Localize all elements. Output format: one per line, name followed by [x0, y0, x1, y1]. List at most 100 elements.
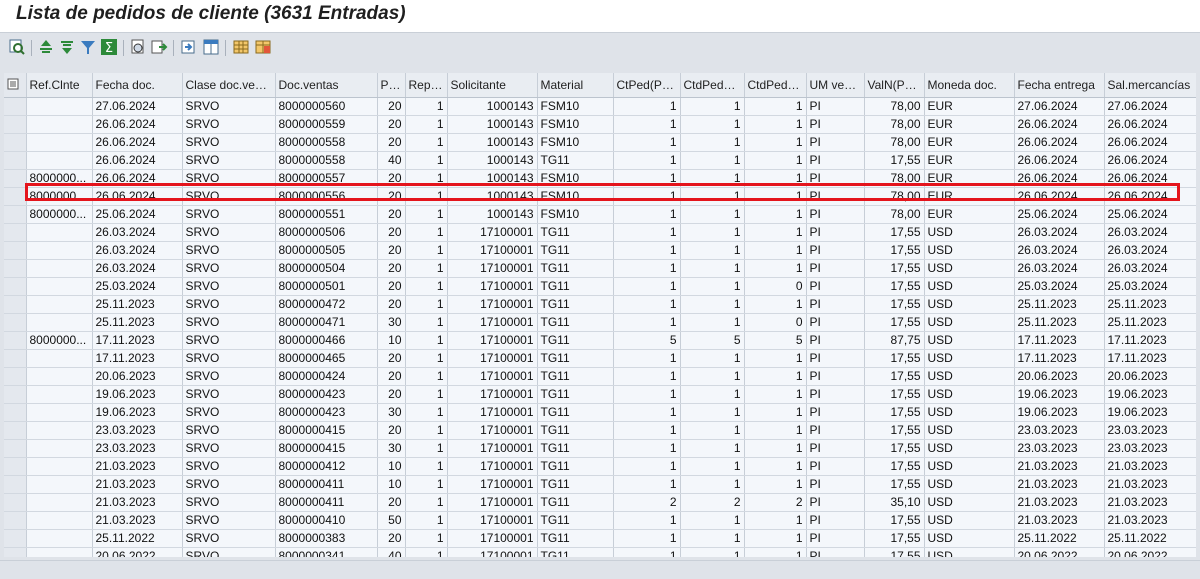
- table-cell[interactable]: 30: [377, 313, 406, 332]
- table-cell[interactable]: 17100001: [447, 511, 538, 530]
- table-cell[interactable]: 8000000...: [26, 169, 93, 188]
- column-header[interactable]: Sal.mercancías: [1104, 73, 1196, 98]
- table-cell[interactable]: 1: [680, 241, 745, 260]
- table-cell[interactable]: PI: [806, 529, 865, 548]
- table-cell[interactable]: SRVO: [182, 115, 276, 134]
- table-cell[interactable]: 21.03.2023: [1104, 457, 1196, 476]
- table-cell[interactable]: 1: [405, 151, 448, 170]
- table-cell[interactable]: TG11: [537, 547, 614, 557]
- table-cell[interactable]: 26.06.2024: [1104, 151, 1196, 170]
- row-selector[interactable]: [4, 115, 27, 134]
- table-cell[interactable]: 0: [744, 277, 807, 296]
- table-cell[interactable]: 8000000410: [275, 511, 378, 530]
- table-cell[interactable]: 8000000415: [275, 439, 378, 458]
- table-row[interactable]: 25.11.2023 SRVO 8000000471 30 1 17100001 TG11 1…: [4, 313, 1196, 332]
- table-cell[interactable]: PI: [806, 475, 865, 494]
- table-cell[interactable]: [26, 133, 93, 152]
- table-cell[interactable]: 2: [680, 493, 745, 512]
- table-cell[interactable]: 25.11.2023: [92, 295, 183, 314]
- table-cell[interactable]: [26, 385, 93, 404]
- column-header[interactable]: CtdPedRep: [680, 73, 745, 98]
- table-cell[interactable]: 78,00: [864, 115, 925, 134]
- table-cell[interactable]: EUR: [924, 133, 1015, 152]
- table-cell[interactable]: 1: [613, 403, 681, 422]
- table-cell[interactable]: 26.06.2024: [92, 133, 183, 152]
- table-row[interactable]: 8000000... 26.06.2024 SRVO 8000000556 20 1 100…: [4, 187, 1196, 206]
- table-cell[interactable]: [26, 313, 93, 332]
- table-cell[interactable]: 17,55: [864, 421, 925, 440]
- row-selector[interactable]: [4, 295, 27, 314]
- table-cell[interactable]: PI: [806, 349, 865, 368]
- table-row[interactable]: 19.06.2023 SRVO 8000000423 20 1 17100001 TG11 1…: [4, 385, 1196, 404]
- table-cell[interactable]: 17.11.2023: [92, 349, 183, 368]
- table-cell[interactable]: 17.11.2023: [1014, 349, 1105, 368]
- table-row[interactable]: 25.11.2023 SRVO 8000000472 20 1 17100001 TG11 1…: [4, 295, 1196, 314]
- table-cell[interactable]: 17,55: [864, 241, 925, 260]
- table-cell[interactable]: 23.03.2023: [1014, 421, 1105, 440]
- table-cell[interactable]: 8000000465: [275, 349, 378, 368]
- table-cell[interactable]: SRVO: [182, 187, 276, 206]
- table-cell[interactable]: 25.06.2024: [1014, 205, 1105, 224]
- table-cell[interactable]: [26, 529, 93, 548]
- table-row[interactable]: 26.06.2024 SRVO 8000000559 20 1 1000143 FSM10 1…: [4, 115, 1196, 134]
- row-selector[interactable]: [4, 457, 27, 476]
- table-cell[interactable]: [26, 511, 93, 530]
- table-cell[interactable]: 17,55: [864, 313, 925, 332]
- table-cell[interactable]: 17,55: [864, 259, 925, 278]
- table-cell[interactable]: PI: [806, 367, 865, 386]
- table-cell[interactable]: TG11: [537, 331, 614, 350]
- table-cell[interactable]: PI: [806, 421, 865, 440]
- table-cell[interactable]: 1: [680, 313, 745, 332]
- table-cell[interactable]: 5: [744, 331, 807, 350]
- column-header[interactable]: Clase doc.ventas: [182, 73, 276, 98]
- table-cell[interactable]: USD: [924, 313, 1015, 332]
- table-cell[interactable]: 1: [680, 115, 745, 134]
- table-row[interactable]: 20.06.2023 SRVO 8000000424 20 1 17100001 TG11 1…: [4, 367, 1196, 386]
- table-cell[interactable]: 1: [680, 187, 745, 206]
- table-cell[interactable]: 1: [405, 367, 448, 386]
- table-cell[interactable]: 8000000423: [275, 385, 378, 404]
- table-cell[interactable]: FSM10: [537, 115, 614, 134]
- table-row[interactable]: 21.03.2023 SRVO 8000000411 10 1 17100001 TG11 1…: [4, 475, 1196, 494]
- table-cell[interactable]: 17100001: [447, 547, 538, 557]
- table-cell[interactable]: 20.06.2023: [92, 367, 183, 386]
- table-cell[interactable]: USD: [924, 547, 1015, 557]
- table-row[interactable]: 26.03.2024 SRVO 8000000505 20 1 17100001 TG11 1…: [4, 241, 1196, 260]
- table-cell[interactable]: 8000000505: [275, 241, 378, 260]
- table-cell[interactable]: 21.03.2023: [1014, 511, 1105, 530]
- sum-icon[interactable]: Σ: [100, 38, 118, 56]
- row-selector[interactable]: [4, 367, 27, 386]
- table-cell[interactable]: TG11: [537, 349, 614, 368]
- table-cell[interactable]: 87,75: [864, 331, 925, 350]
- table-cell[interactable]: 25.11.2023: [1104, 313, 1196, 332]
- table-cell[interactable]: [26, 295, 93, 314]
- table-cell[interactable]: 1: [613, 169, 681, 188]
- table-cell[interactable]: EUR: [924, 169, 1015, 188]
- table-cell[interactable]: PI: [806, 439, 865, 458]
- table-cell[interactable]: 8000000559: [275, 115, 378, 134]
- table-cell[interactable]: SRVO: [182, 439, 276, 458]
- table-cell[interactable]: 21.03.2023: [1014, 493, 1105, 512]
- table-cell[interactable]: 78,00: [864, 187, 925, 206]
- table-cell[interactable]: TG11: [537, 439, 614, 458]
- column-header[interactable]: UM venta: [806, 73, 865, 98]
- table-cell[interactable]: 1: [744, 349, 807, 368]
- table-cell[interactable]: 1: [680, 403, 745, 422]
- table-cell[interactable]: SRVO: [182, 385, 276, 404]
- table-cell[interactable]: 10: [377, 457, 406, 476]
- table-cell[interactable]: TG11: [537, 223, 614, 242]
- detail-icon[interactable]: [8, 38, 26, 56]
- table-cell[interactable]: 25.03.2024: [1104, 277, 1196, 296]
- table-cell[interactable]: [26, 97, 93, 116]
- table-row[interactable]: 8000000... 17.11.2023 SRVO 8000000466 10 1 171…: [4, 331, 1196, 350]
- table-cell[interactable]: 40: [377, 151, 406, 170]
- table-row[interactable]: 23.03.2023 SRVO 8000000415 30 1 17100001 TG11 1…: [4, 439, 1196, 458]
- table-cell[interactable]: 8000000501: [275, 277, 378, 296]
- row-selector[interactable]: [4, 151, 27, 170]
- table-cell[interactable]: 8000000411: [275, 475, 378, 494]
- table-cell[interactable]: [26, 421, 93, 440]
- table-cell[interactable]: FSM10: [537, 169, 614, 188]
- table-cell[interactable]: SRVO: [182, 223, 276, 242]
- table-cell[interactable]: TG11: [537, 241, 614, 260]
- table-cell[interactable]: 1: [405, 529, 448, 548]
